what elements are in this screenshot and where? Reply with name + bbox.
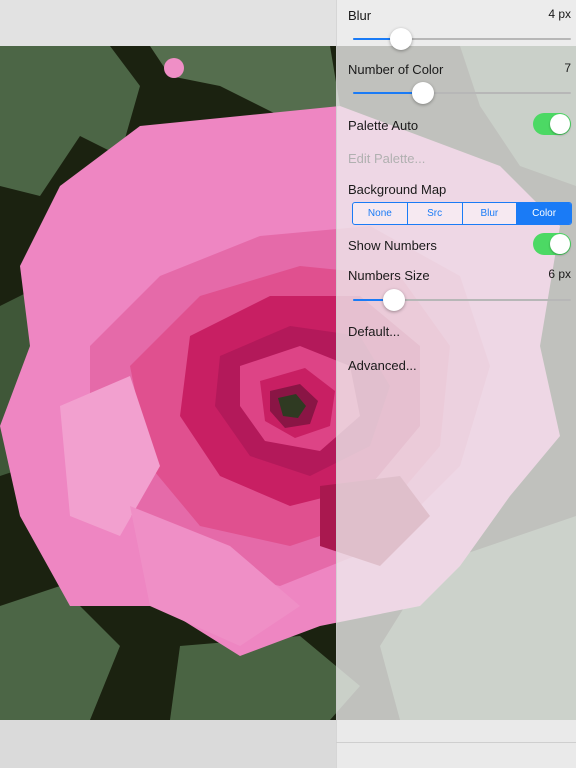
show-numbers-toggle[interactable] bbox=[533, 233, 571, 255]
edit-palette-row[interactable]: Edit Palette... bbox=[348, 150, 571, 168]
panel-bottom-divider bbox=[336, 742, 576, 743]
default-row[interactable]: Default... bbox=[348, 323, 571, 341]
blur-row: Blur 4 px bbox=[348, 7, 571, 25]
advanced-button[interactable]: Advanced... bbox=[348, 358, 417, 373]
blur-label: Blur bbox=[348, 8, 372, 23]
show-numbers-label: Show Numbers bbox=[348, 238, 437, 253]
numbers-size-slider-thumb[interactable] bbox=[383, 289, 406, 311]
background-map-option-src[interactable]: Src bbox=[408, 203, 463, 224]
blur-slider[interactable] bbox=[353, 27, 571, 51]
edit-palette-button[interactable]: Edit Palette... bbox=[348, 151, 425, 166]
numbers-size-row: Numbers Size 6 px bbox=[348, 267, 571, 285]
number-of-color-slider-thumb[interactable] bbox=[411, 82, 434, 104]
background-map-option-none[interactable]: None bbox=[353, 203, 408, 224]
background-map-label: Background Map bbox=[348, 182, 447, 197]
advanced-row[interactable]: Advanced... bbox=[348, 357, 571, 375]
show-numbers-toggle-knob bbox=[550, 234, 570, 254]
background-map-option-color[interactable]: Color bbox=[517, 203, 571, 224]
default-button[interactable]: Default... bbox=[348, 324, 400, 339]
blur-value: 4 px bbox=[548, 7, 571, 21]
numbers-size-value: 6 px bbox=[548, 267, 571, 281]
palette-auto-label: Palette Auto bbox=[348, 118, 419, 133]
palette-auto-toggle[interactable] bbox=[533, 113, 571, 135]
palette-auto-toggle-knob bbox=[550, 114, 570, 134]
numbers-size-slider[interactable] bbox=[353, 288, 571, 312]
number-of-color-value: 7 bbox=[564, 61, 571, 75]
number-of-color-row: Number of Color 7 bbox=[348, 61, 571, 79]
blur-slider-thumb[interactable] bbox=[389, 28, 412, 50]
background-map-row: Background Map bbox=[348, 181, 571, 199]
number-of-color-label: Number of Color bbox=[348, 62, 444, 77]
settings-panel: Blur 4 px Number of Color 7 Palette Auto… bbox=[336, 0, 576, 768]
background-map-option-blur[interactable]: Blur bbox=[463, 203, 518, 224]
number-of-color-slider[interactable] bbox=[353, 81, 571, 105]
numbers-size-label: Numbers Size bbox=[348, 268, 430, 283]
background-map-segmented-control[interactable]: None Src Blur Color bbox=[352, 202, 572, 225]
